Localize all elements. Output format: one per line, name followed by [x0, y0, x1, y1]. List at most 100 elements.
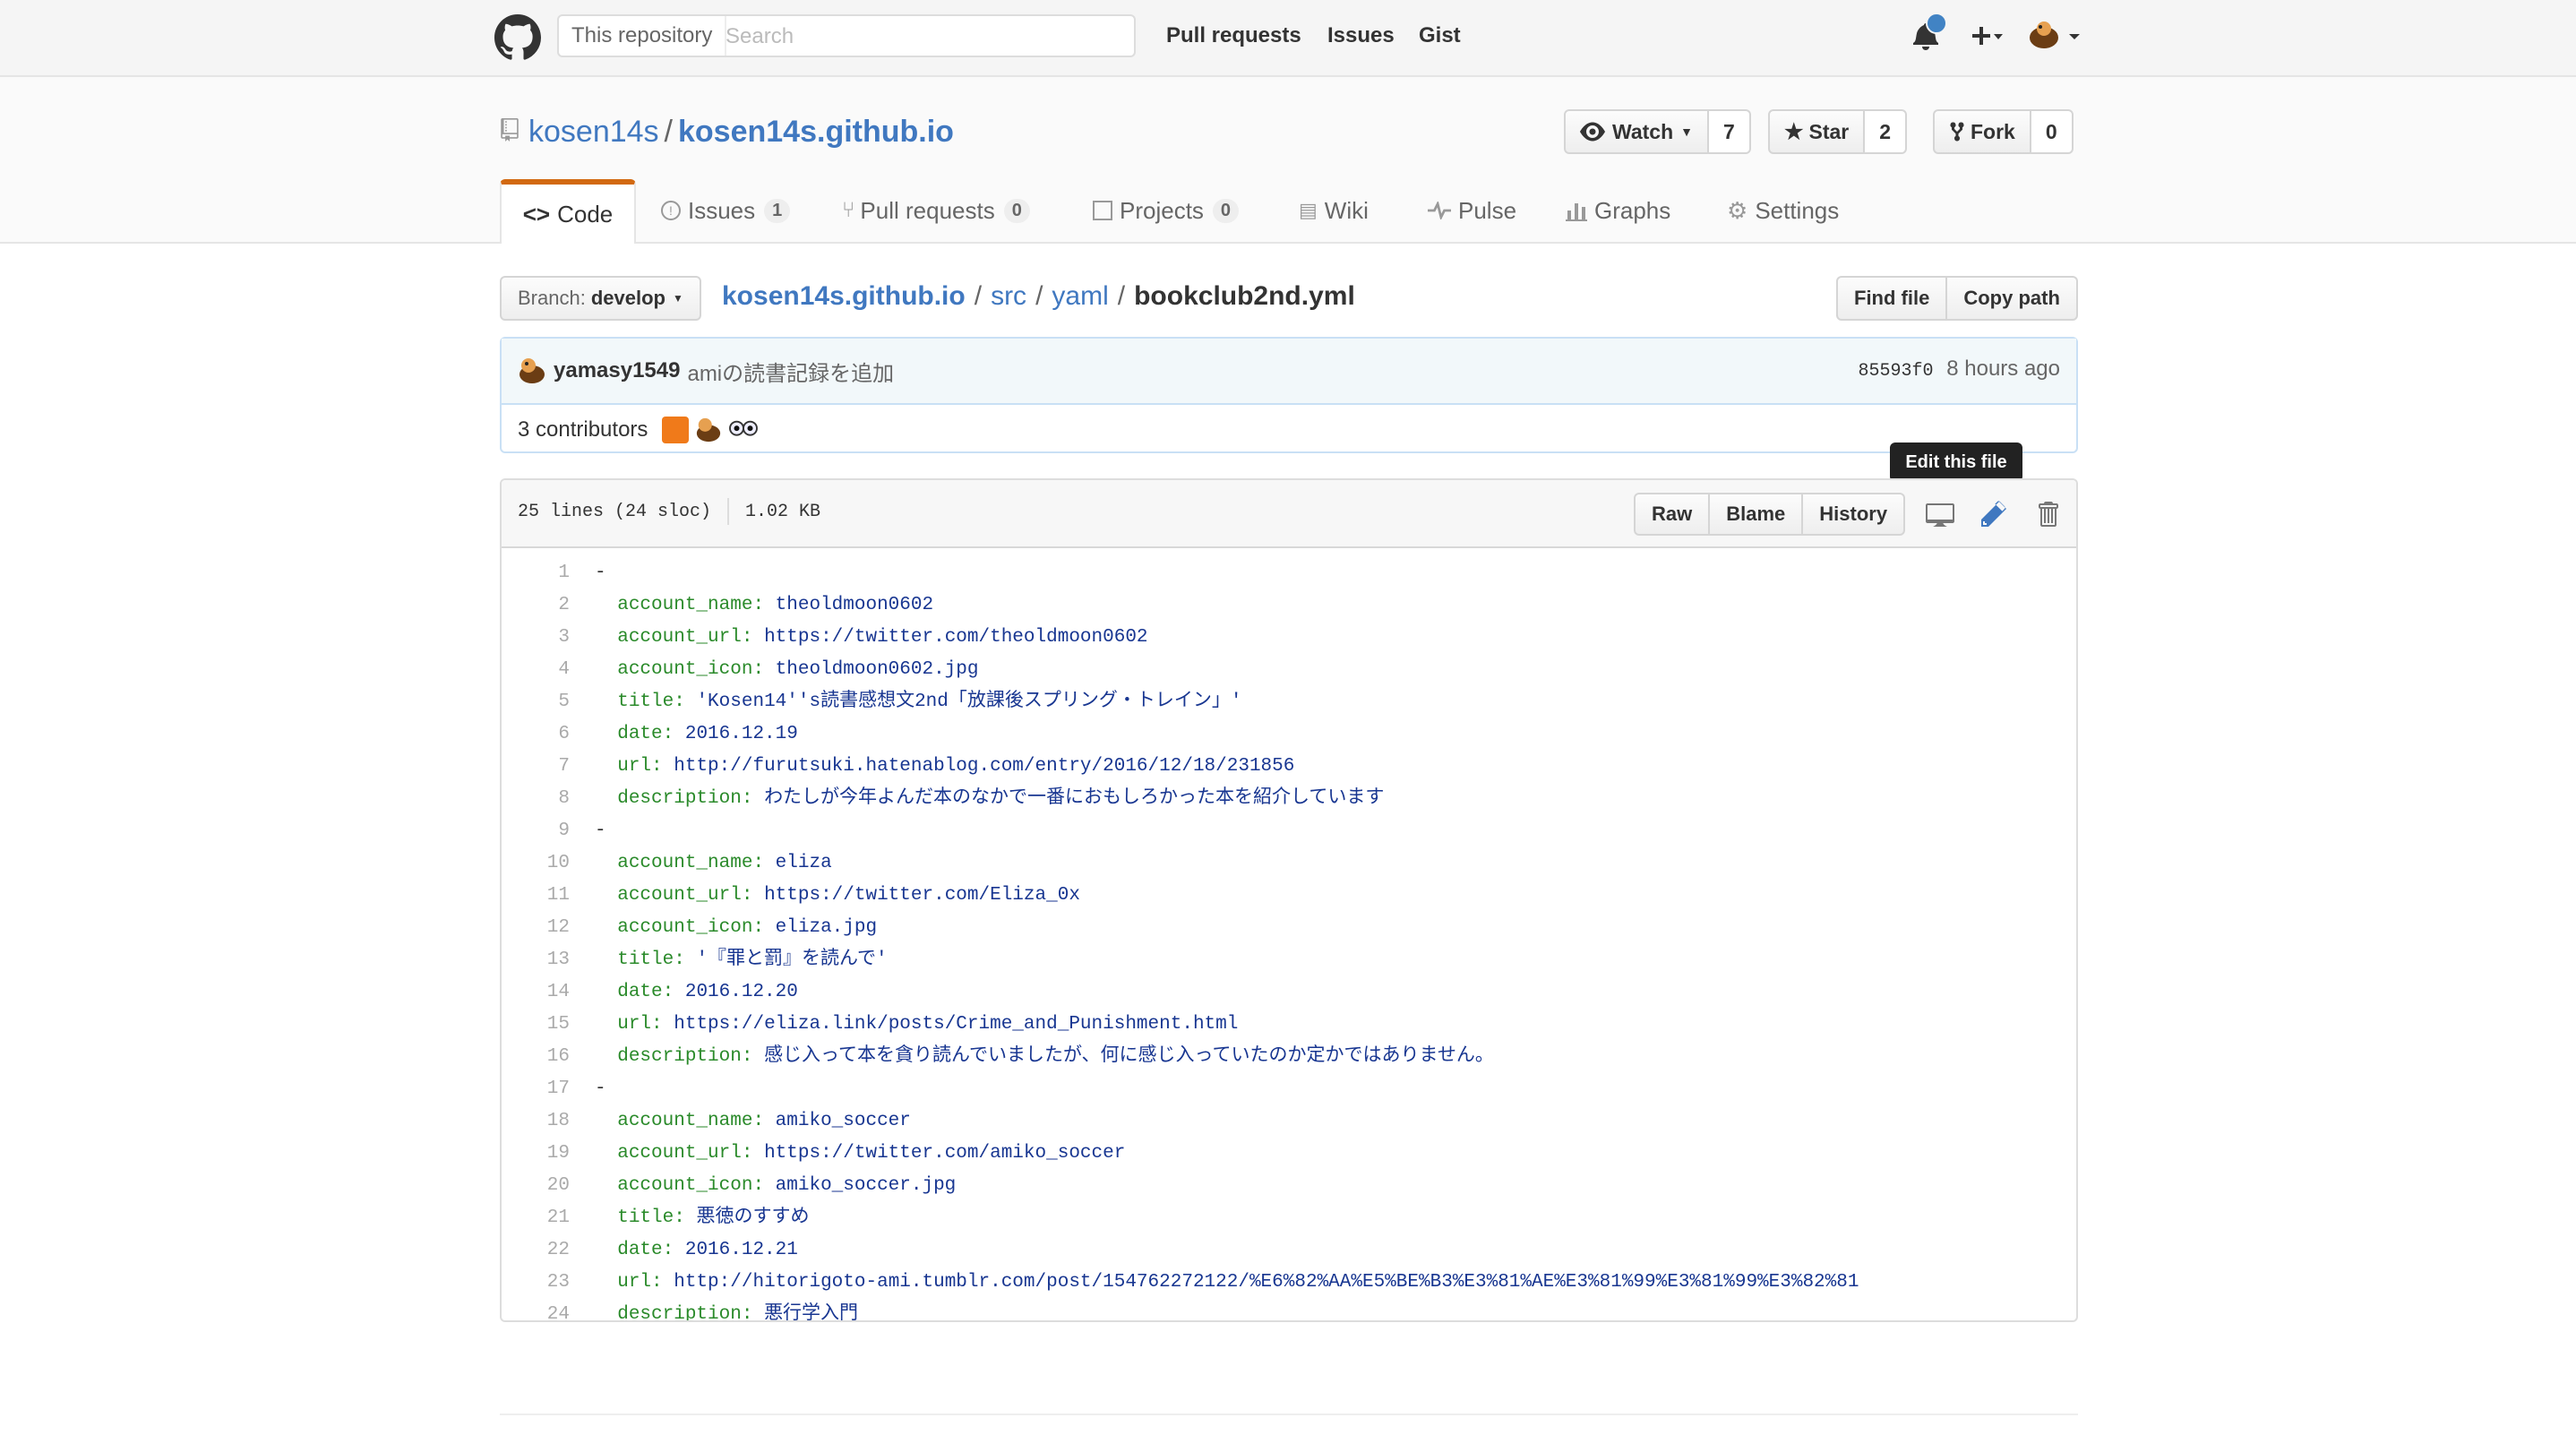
nav-gist[interactable]: Gist [1419, 23, 1461, 48]
issues-count-badge: 1 [764, 198, 791, 223]
line-content: account_icon: eliza.jpg [595, 912, 877, 944]
yaml-value: https://twitter.com/amiko_soccer [764, 1143, 1126, 1164]
watch-count[interactable]: 7 [1709, 109, 1751, 154]
line-number[interactable]: 15 [502, 1009, 595, 1041]
breadcrumb-src-link[interactable]: src [991, 281, 1026, 311]
line-number[interactable]: 6 [502, 718, 595, 751]
tab-code[interactable]: <> Code [500, 179, 636, 244]
github-logo-icon[interactable] [494, 14, 541, 61]
code-line: 8 description: わたしが今年よんだ本のなかで一番におもしろかった本… [502, 783, 2076, 815]
commit-author-link[interactable]: yamasy1549 [554, 358, 680, 383]
watch-label: Watch [1612, 119, 1674, 143]
line-number[interactable]: 16 [502, 1041, 595, 1073]
pull-requests-count-badge: 0 [1003, 198, 1030, 223]
tab-pulse[interactable]: Pulse [1428, 179, 1516, 242]
line-number[interactable]: 17 [502, 1073, 595, 1105]
fork-count[interactable]: 0 [2031, 109, 2074, 154]
line-content: account_icon: theoldmoon0602.jpg [595, 654, 979, 686]
branch-name: develop [590, 287, 665, 309]
yaml-key: date: [617, 1240, 674, 1260]
trash-icon[interactable] [2033, 500, 2062, 528]
contributor-avatar[interactable] [662, 417, 690, 443]
history-button[interactable]: History [1803, 493, 1906, 536]
code-line: 5 title: 'Kosen14''s読書感想文2nd「放課後スプリング・トレ… [502, 686, 2076, 718]
yaml-value: 悪徳のすすめ [696, 1207, 810, 1228]
tab-projects[interactable]: Projects 0 [1093, 179, 1240, 242]
line-number[interactable]: 21 [502, 1202, 595, 1234]
tab-projects-label: Projects [1120, 196, 1204, 224]
yaml-value: 'Kosen14''s読書感想文2nd「放課後スプリング・トレイン」' [696, 692, 1242, 712]
line-number[interactable]: 14 [502, 976, 595, 1009]
watch-button-group: Watch ▼ 7 [1564, 109, 1751, 154]
desktop-icon[interactable] [1926, 500, 1954, 528]
watch-button[interactable]: Watch ▼ [1564, 109, 1710, 154]
tab-settings[interactable]: ⚙ Settings [1727, 179, 1839, 242]
plus-dropdown-icon[interactable] [1969, 23, 2005, 48]
breadcrumb-root-link[interactable]: kosen14s.github.io [722, 281, 966, 311]
commit-sha-link[interactable]: 85593f0 [1859, 361, 1934, 382]
commit-message-link[interactable]: amiの読書記録を追加 [687, 356, 894, 387]
line-number[interactable]: 3 [502, 622, 595, 654]
line-number[interactable]: 2 [502, 589, 595, 622]
repo-name-link[interactable]: kosen14s.github.io [678, 115, 954, 149]
line-number[interactable]: 7 [502, 751, 595, 783]
tab-wiki[interactable]: ▤ Wiki [1299, 179, 1369, 242]
breadcrumb-yaml-link[interactable]: yaml [1052, 281, 1108, 311]
line-number[interactable]: 5 [502, 686, 595, 718]
raw-button[interactable]: Raw [1634, 493, 1711, 536]
line-number[interactable]: 24 [502, 1299, 595, 1320]
tab-pull-requests[interactable]: ⑂ Pull requests 0 [842, 179, 1030, 242]
line-content: account_url: https://twitter.com/amiko_s… [595, 1138, 1125, 1170]
repo-owner-link[interactable]: kosen14s [528, 115, 659, 149]
line-number[interactable]: 22 [502, 1234, 595, 1267]
yaml-key: account_url: [617, 885, 753, 906]
code-line: 24 description: 悪行学入門 [502, 1299, 2076, 1320]
yaml-value: theoldmoon0602.jpg [775, 659, 979, 680]
line-number[interactable]: 10 [502, 847, 595, 880]
search-input[interactable] [724, 20, 1121, 54]
line-number[interactable]: 13 [502, 944, 595, 976]
star-count[interactable]: 2 [1865, 109, 1908, 154]
line-content: - [595, 1073, 606, 1105]
contributor-avatar[interactable] [694, 417, 723, 443]
contributor-avatar[interactable] [728, 417, 759, 443]
contributors-count-link[interactable]: 3 contributors [518, 417, 648, 443]
pull-request-icon: ⑂ [842, 198, 855, 222]
line-number[interactable]: 18 [502, 1105, 595, 1138]
fork-button[interactable]: Fork [1933, 109, 2031, 154]
nav-issues[interactable]: Issues [1327, 23, 1395, 48]
tab-issues[interactable]: ! Issues 1 [661, 179, 791, 242]
copy-path-button[interactable]: Copy path [1947, 276, 2078, 321]
branch-selector[interactable]: Branch: develop ▼ [500, 276, 701, 321]
line-number[interactable]: 8 [502, 783, 595, 815]
file-header: 25 lines (24 sloc) 1.02 KB Raw Blame His… [502, 480, 2076, 548]
line-number[interactable]: 23 [502, 1267, 595, 1299]
user-avatar-dropdown-icon[interactable] [2028, 20, 2083, 52]
line-number[interactable]: 12 [502, 912, 595, 944]
blame-button[interactable]: Blame [1710, 493, 1804, 536]
line-number[interactable]: 1 [502, 557, 595, 589]
line-number[interactable]: 4 [502, 654, 595, 686]
pencil-icon[interactable] [1979, 500, 2008, 528]
line-number[interactable]: 19 [502, 1138, 595, 1170]
line-number[interactable]: 11 [502, 880, 595, 912]
tab-graphs[interactable]: Graphs [1566, 179, 1670, 242]
nav-pull-requests[interactable]: Pull requests [1166, 23, 1301, 48]
find-file-button[interactable]: Find file [1836, 276, 1948, 321]
line-number[interactable]: 9 [502, 815, 595, 847]
search-scope-label[interactable]: This repository [559, 16, 727, 56]
line-number[interactable]: 20 [502, 1170, 595, 1202]
star-button[interactable]: ★ Star [1768, 109, 1866, 154]
line-content: account_url: https://twitter.com/theoldm… [595, 622, 1147, 654]
author-avatar[interactable] [518, 357, 546, 385]
